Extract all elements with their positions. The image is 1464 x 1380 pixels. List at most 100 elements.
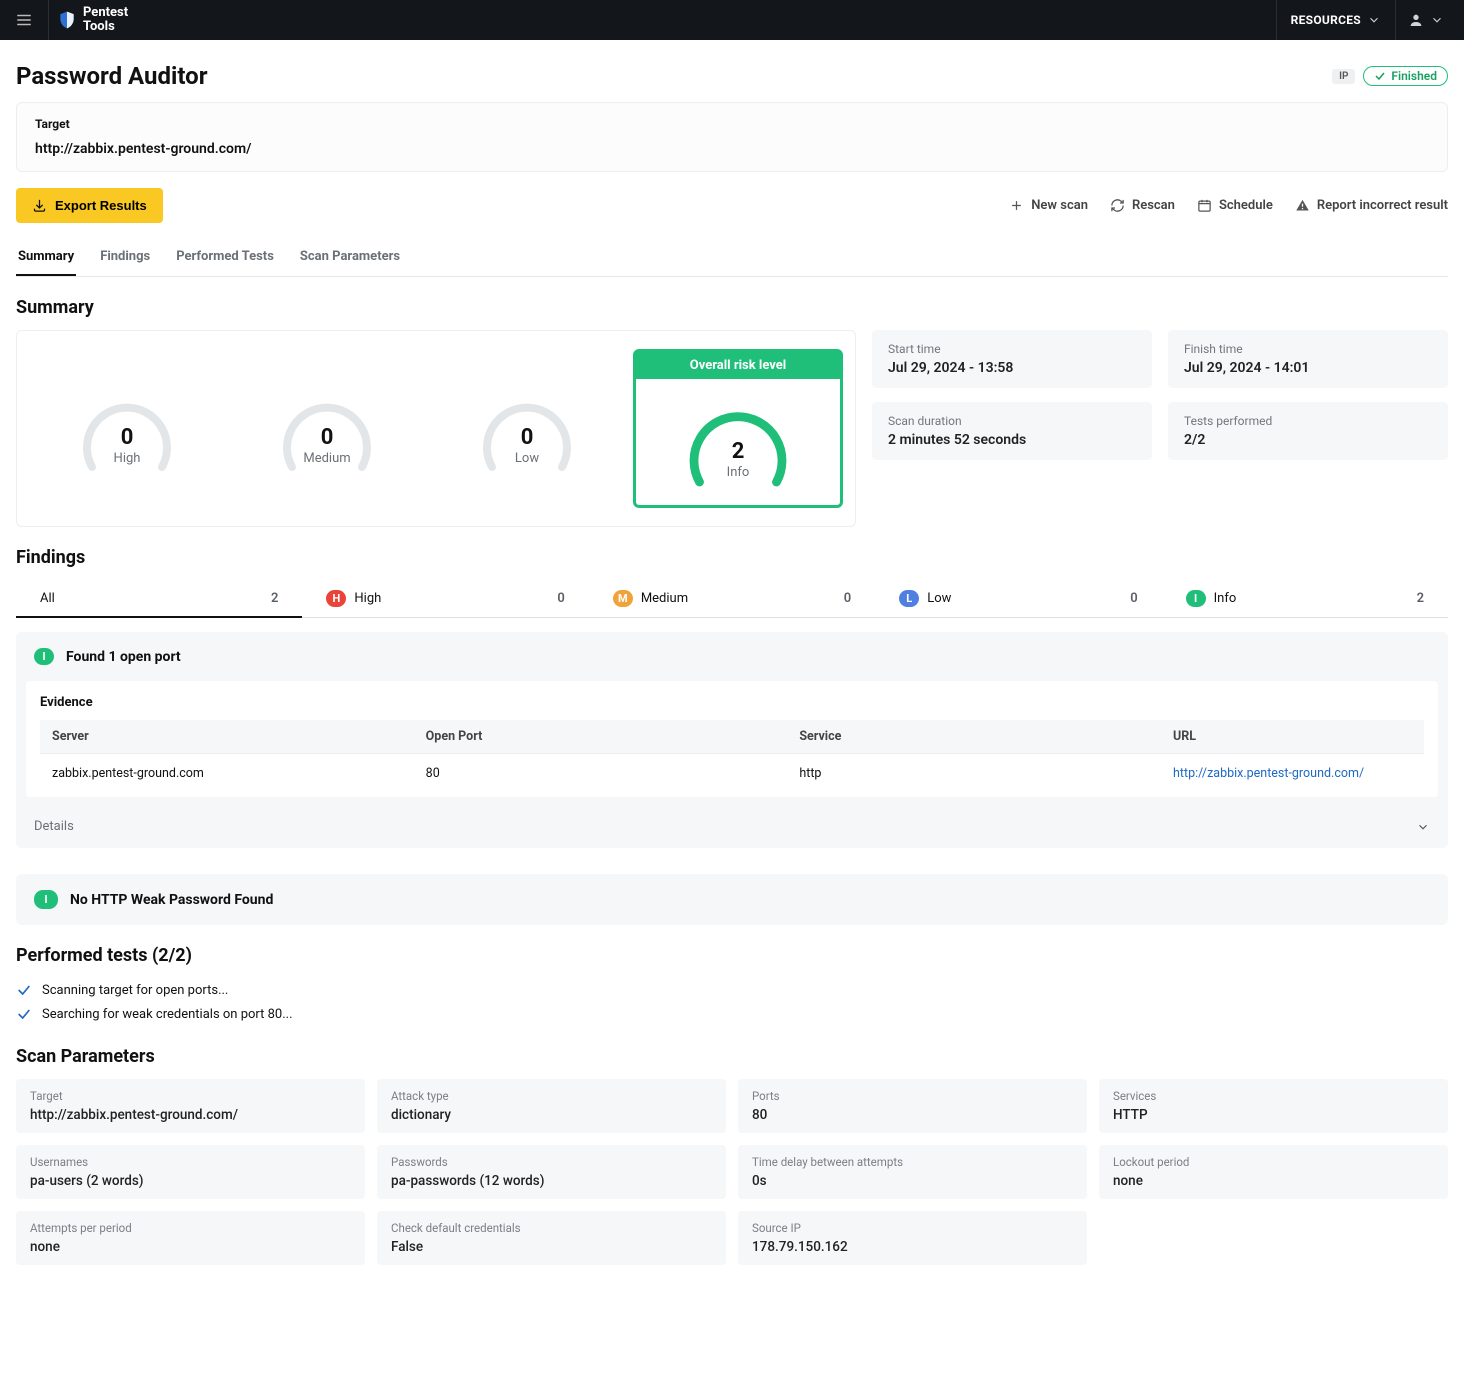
param-value: none [30, 1239, 351, 1255]
schedule-button[interactable]: Schedule [1197, 198, 1273, 213]
info-badge-icon: I [34, 890, 58, 909]
ip-badge: IP [1332, 69, 1355, 84]
param-label: Services [1113, 1089, 1434, 1103]
tests-performed-card: Tests performed 2/2 [1168, 402, 1448, 460]
gauge-high-label: High [77, 451, 177, 466]
tab-scan-parameters[interactable]: Scan Parameters [298, 239, 402, 276]
param-label: Source IP [752, 1221, 1073, 1235]
gauge-high-value: 0 [77, 425, 177, 450]
param-label: Usernames [30, 1155, 351, 1169]
evidence-table: Server Open Port Service URL zabbix.pent… [40, 720, 1424, 793]
page-title: Password Auditor [16, 62, 208, 90]
menu-button[interactable] [8, 4, 40, 36]
filter-medium[interactable]: MMedium 0 [589, 580, 875, 618]
params-grid: Targethttp://zabbix.pentest-ground.com/ … [16, 1079, 1448, 1265]
rescan-button[interactable]: Rescan [1110, 198, 1175, 213]
meta-col-2: Finish time Jul 29, 2024 - 14:01 Tests p… [1168, 330, 1448, 527]
start-time-label: Start time [888, 342, 1136, 356]
filter-high[interactable]: HHigh 0 [302, 580, 588, 618]
tab-performed-tests[interactable]: Performed Tests [174, 239, 276, 276]
cell-url-link[interactable]: http://zabbix.pentest-ground.com/ [1173, 766, 1364, 781]
new-scan-button[interactable]: New scan [1009, 198, 1088, 213]
filter-low-count: 0 [1130, 591, 1137, 606]
finding-head[interactable]: I No HTTP Weak Password Found [16, 874, 1448, 925]
brand-logo[interactable]: Pentest Tools [57, 6, 128, 33]
gauge-low-label: Low [477, 451, 577, 466]
user-menu[interactable] [1395, 0, 1456, 40]
details-toggle[interactable]: Details [16, 807, 1448, 848]
rescan-label: Rescan [1132, 198, 1175, 213]
shield-icon [57, 10, 77, 30]
tab-summary[interactable]: Summary [16, 239, 76, 276]
schedule-label: Schedule [1219, 198, 1273, 213]
plus-icon [1009, 198, 1024, 213]
param-passwords: Passwordspa-passwords (12 words) [377, 1145, 726, 1199]
tests-performed-label: Tests performed [1184, 414, 1432, 428]
filter-medium-label: Medium [641, 591, 688, 606]
gauge-medium: 0 Medium [277, 379, 377, 479]
chevron-down-icon [1430, 13, 1444, 27]
finish-time-value: Jul 29, 2024 - 14:01 [1184, 360, 1432, 376]
performed-test-label: Searching for weak credentials on port 8… [42, 1007, 293, 1022]
tabs: Summary Findings Performed Tests Scan Pa… [16, 239, 1448, 277]
col-url: URL [1161, 720, 1424, 754]
param-label: Attack type [391, 1089, 712, 1103]
summary-row: 0 High 0 Medium 0 Low Overall risk level [16, 330, 1448, 527]
performed-test-label: Scanning target for open ports... [42, 983, 228, 998]
tab-findings[interactable]: Findings [98, 239, 152, 276]
gauge-info: 2 Info [683, 387, 793, 497]
filter-low-label: Low [927, 591, 951, 606]
warning-icon [1295, 198, 1310, 213]
param-label: Check default credentials [391, 1221, 712, 1235]
new-scan-label: New scan [1031, 198, 1088, 213]
filter-info-count: 2 [1417, 591, 1424, 606]
param-label: Ports [752, 1089, 1073, 1103]
col-port: Open Port [414, 720, 788, 754]
export-button[interactable]: Export Results [16, 188, 163, 223]
param-label: Attempts per period [30, 1221, 351, 1235]
param-ports: Ports 80 [738, 1079, 1087, 1133]
start-time-card: Start time Jul 29, 2024 - 13:58 [872, 330, 1152, 388]
chevron-down-icon [1367, 13, 1381, 27]
check-icon [1374, 70, 1386, 82]
gauge-low: 0 Low [477, 379, 577, 479]
finding-open-port: I Found 1 open port Evidence Server Open… [16, 632, 1448, 848]
finding-head[interactable]: I Found 1 open port [16, 632, 1448, 681]
brand-line2: Tools [83, 20, 128, 34]
start-time-value: Jul 29, 2024 - 13:58 [888, 360, 1136, 376]
param-value: none [1113, 1173, 1434, 1189]
findings-filters: All 2 H High 0 MMedium 0 LLow 0 IInfo 2 [16, 580, 1448, 618]
gauge-high: 0 High [77, 379, 177, 479]
chevron-down-icon [1416, 820, 1430, 834]
performed-test-item: Scanning target for open ports... [16, 978, 1448, 1002]
refresh-icon [1110, 198, 1125, 213]
action-links: New scan Rescan Schedule Report incorrec… [1009, 198, 1448, 213]
filter-all[interactable]: All 2 [16, 580, 302, 618]
finding-title: No HTTP Weak Password Found [70, 892, 273, 908]
filter-low[interactable]: LLow 0 [875, 580, 1161, 618]
findings-heading: Findings [16, 547, 1448, 568]
overall-risk-label: Overall risk level [636, 352, 840, 379]
filter-info[interactable]: IInfo 2 [1162, 580, 1448, 618]
table-row: zabbix.pentest-ground.com 80 http http:/… [40, 754, 1424, 794]
user-icon [1408, 12, 1424, 28]
status-pill: Finished [1363, 66, 1448, 86]
col-service: Service [787, 720, 1161, 754]
report-incorrect-label: Report incorrect result [1317, 198, 1448, 213]
status-label: Finished [1391, 69, 1437, 83]
header-badges: IP Finished [1332, 66, 1448, 86]
filter-all-label: All [40, 591, 55, 606]
report-incorrect-button[interactable]: Report incorrect result [1295, 198, 1448, 213]
high-badge-icon: H [326, 590, 346, 607]
topbar: Pentest Tools RESOURCES [0, 0, 1464, 40]
target-label: Target [35, 117, 1429, 131]
param-value: 80 [752, 1107, 1073, 1123]
topbar-right: RESOURCES [1276, 0, 1456, 40]
page-header: Password Auditor IP Finished [16, 50, 1448, 102]
gauge-card: 0 High 0 Medium 0 Low Overall risk level [16, 330, 856, 527]
gauge-medium-value: 0 [277, 425, 377, 450]
param-value: dictionary [391, 1107, 712, 1123]
param-usernames: Usernamespa-users (2 words) [16, 1145, 365, 1199]
resources-menu[interactable]: RESOURCES [1276, 0, 1395, 40]
filter-high-label: High [354, 591, 381, 606]
